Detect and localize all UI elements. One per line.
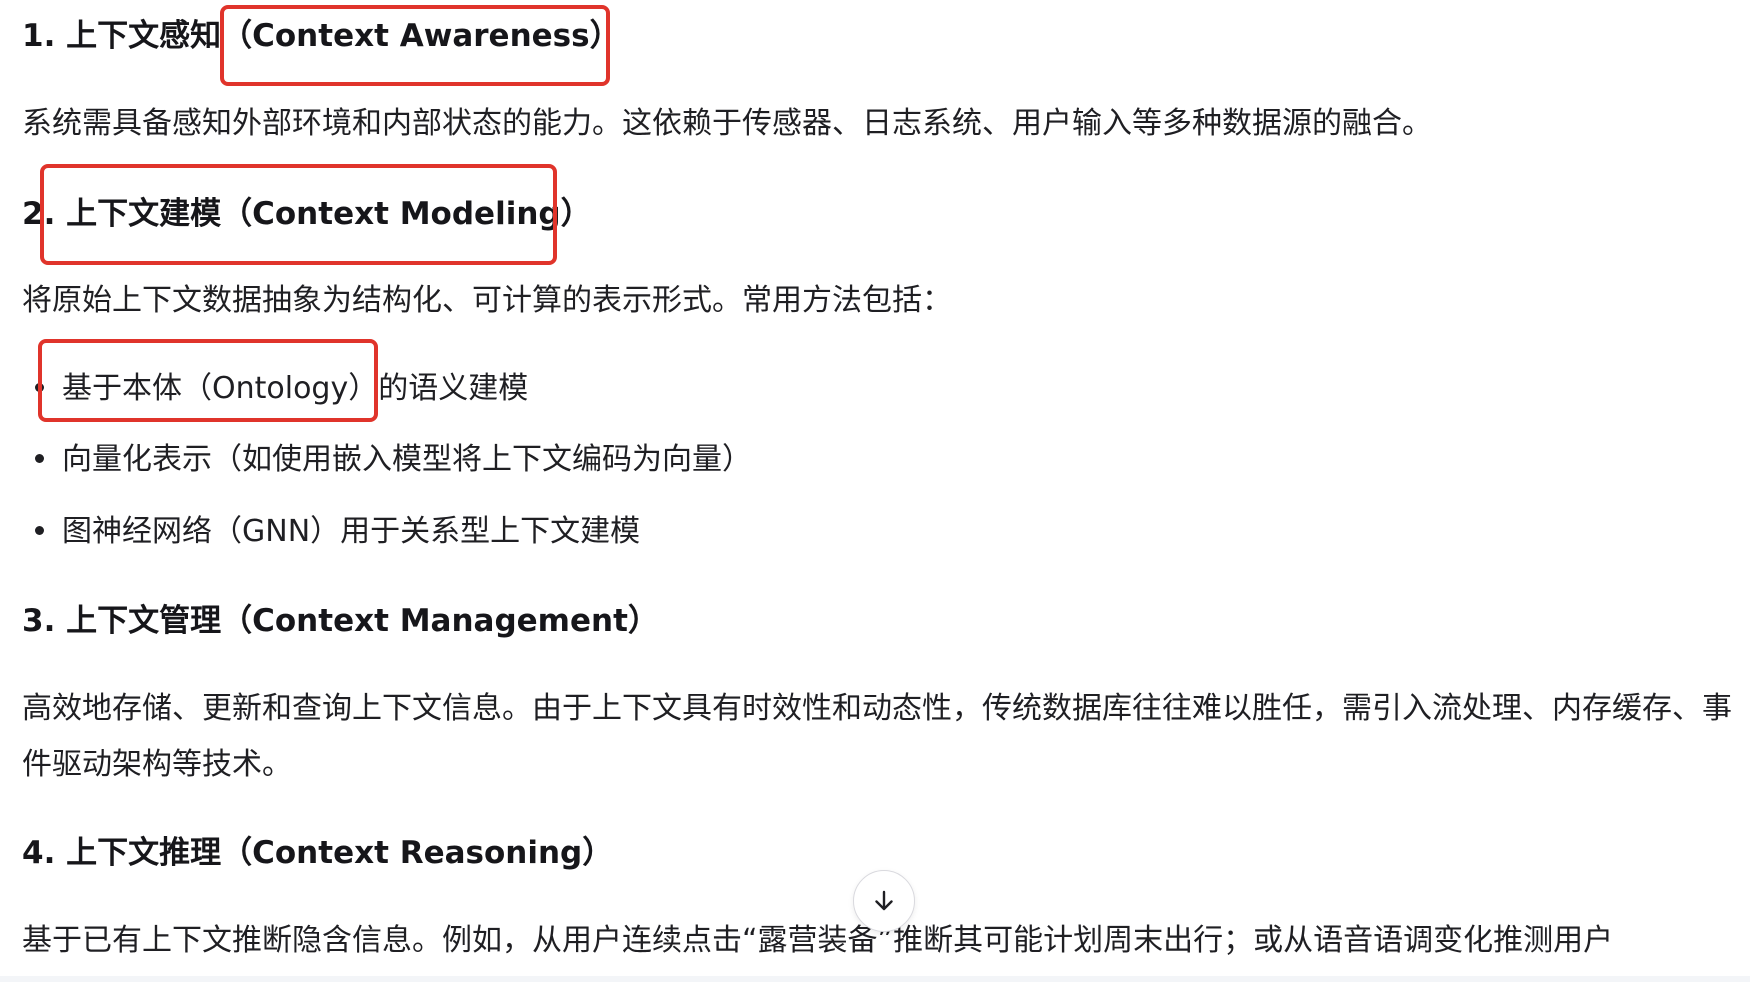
section-2-paragraph: 将原始上下文数据抽象为结构化、可计算的表示形式。常用方法包括： [22, 283, 952, 318]
bullet-dot-icon [35, 526, 44, 535]
list-item-text: 图神经网络（GNN）用于关系型上下文建模 [62, 514, 641, 549]
highlight-box-ontology [38, 339, 378, 422]
section-4-paragraph: 基于已有上下文推断隐含信息。例如，从用户连续点击“露营装备”推断其可能计划周末出… [22, 923, 1614, 958]
list-item-text: 向量化表示（如使用嵌入模型将上下文编码为向量） [62, 442, 752, 477]
section-4-heading: 4. 上下文推理（Context Reasoning） [22, 835, 614, 871]
highlight-box-context-awareness [220, 5, 610, 86]
section-3-paragraph: 高效地存储、更新和查询上下文信息。由于上下文具有时效性和动态性，传统数据库往往难… [22, 691, 1732, 782]
section-1-paragraph: 系统需具备感知外部环境和内部状态的能力。这依赖于传感器、日志系统、用户输入等多种… [22, 106, 1432, 141]
scroll-to-bottom-button[interactable] [853, 870, 915, 932]
bottom-edge [0, 976, 1750, 982]
section-3-heading: 3. 上下文管理（Context Management） [22, 603, 659, 639]
list-item: 向量化表示（如使用嵌入模型将上下文编码为向量） [22, 440, 752, 480]
bullet-dot-icon [35, 454, 44, 463]
highlight-box-context-modeling [40, 164, 557, 265]
list-item: 图神经网络（GNN）用于关系型上下文建模 [22, 512, 640, 552]
arrow-down-icon [875, 890, 893, 911]
